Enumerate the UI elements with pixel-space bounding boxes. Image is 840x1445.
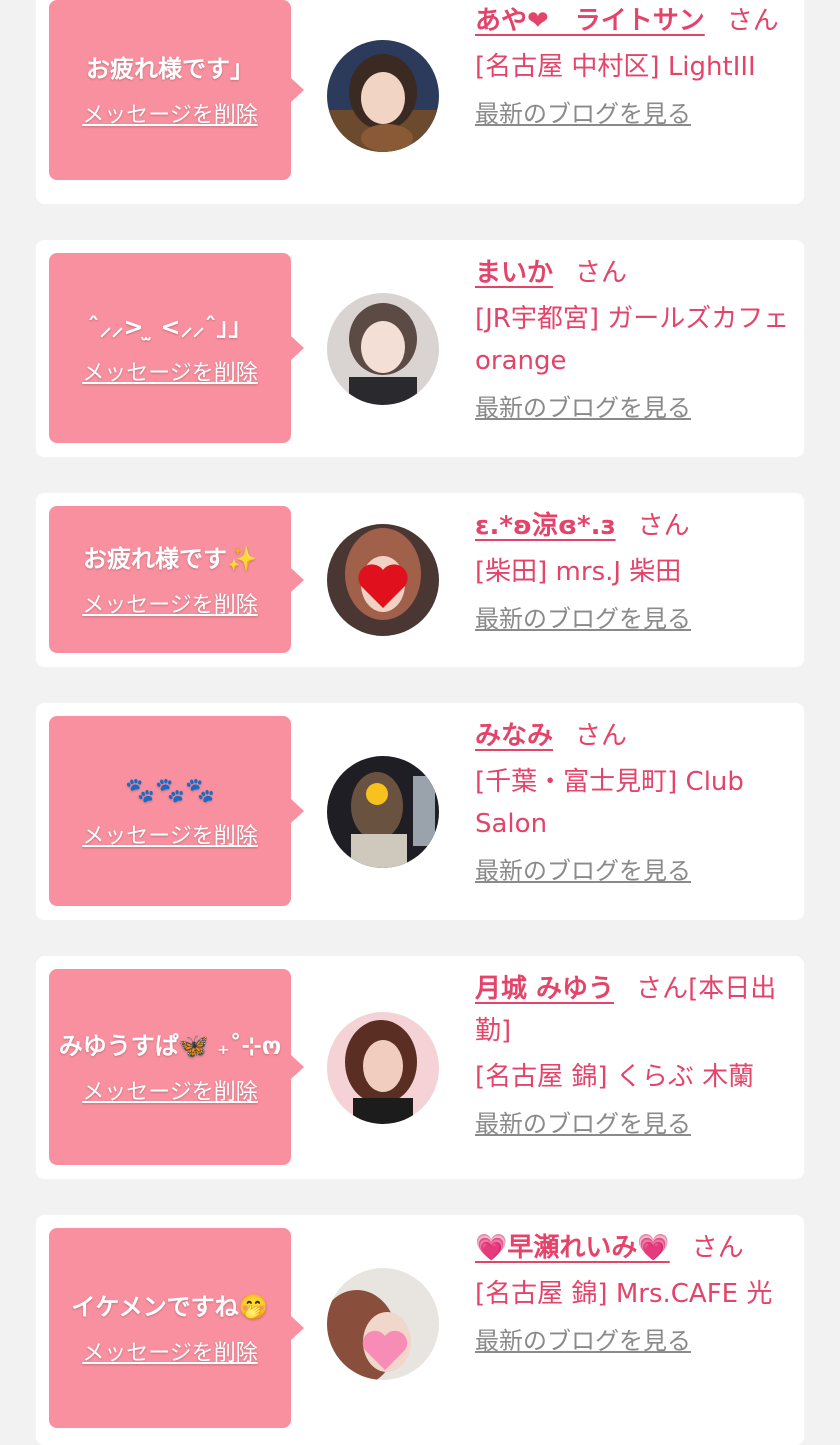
avatar[interactable]: [327, 293, 439, 405]
delete-message-link[interactable]: メッセージを削除: [82, 1335, 258, 1367]
message-text: 🐾🐾🐾: [125, 776, 215, 804]
delete-message-link[interactable]: メッセージを削除: [82, 818, 258, 850]
delete-message-link[interactable]: メッセージを削除: [82, 355, 258, 387]
message-bubble: みゆうすぱ🦋 ₊˚⊹ო メッセージを削除: [49, 969, 304, 1165]
avatar[interactable]: [327, 524, 439, 636]
message-bubble: イケメンですね🤭 メッセージを削除: [49, 1228, 304, 1428]
honorific: さん: [575, 258, 628, 288]
avatar[interactable]: [327, 40, 439, 152]
shop-info: [JR宇都宮] ガールズカフェ orange: [475, 304, 790, 376]
avatar[interactable]: [327, 1012, 439, 1124]
user-info: まいか さん [JR宇都宮] ガールズカフェ orange 最新のブログを見る: [475, 252, 793, 426]
latest-blog-link[interactable]: 最新のブログを見る: [475, 390, 691, 426]
delete-message-link[interactable]: メッセージを削除: [82, 587, 258, 619]
message-text: みゆうすぱ🦋 ₊˚⊹ო: [58, 1032, 282, 1060]
latest-blog-link[interactable]: 最新のブログを見る: [475, 1106, 691, 1142]
message-bubble: お疲れ様です✨ メッセージを削除: [49, 506, 304, 653]
user-info: 💗早瀬れいみ💗 さん [名古屋 錦] Mrs.CAFE 光 最新のブログを見る: [475, 1227, 793, 1359]
message-text: お疲れ様です✨: [83, 544, 257, 573]
shop-info: [名古屋 中村区] LightIII: [475, 52, 756, 82]
avatar[interactable]: [327, 756, 439, 868]
latest-blog-link[interactable]: 最新のブログを見る: [475, 601, 691, 637]
user-photo-avatar-icon: [327, 40, 439, 152]
user-photo-avatar-icon: [327, 293, 439, 405]
user-name-link[interactable]: あや❤ ライトサン: [475, 6, 705, 36]
honorific: さん: [691, 1233, 744, 1263]
user-info: ε.*ʚ涼ɞ*.з さん [柴田] mrs.J 柴田 最新のブログを見る: [475, 505, 793, 637]
user-photo-avatar-icon: [327, 1012, 439, 1124]
delete-message-link[interactable]: メッセージを削除: [82, 1074, 258, 1106]
shop-info: [千葉・富士見町] Club Salon: [475, 767, 744, 839]
latest-blog-link[interactable]: 最新のブログを見る: [475, 853, 691, 889]
shop-info: [柴田] mrs.J 柴田: [475, 557, 682, 587]
message-bubble: 🐾🐾🐾 メッセージを削除: [49, 716, 304, 906]
message-card: みゆうすぱ🦋 ₊˚⊹ო メッセージを削除 月城 みゆう さん[本日出勤] [名古屋…: [36, 956, 804, 1179]
honorific: さん: [575, 721, 628, 751]
avatar[interactable]: [327, 1268, 439, 1380]
user-name-link[interactable]: 月城 みゆう: [475, 974, 614, 1004]
delete-message-link[interactable]: メッセージを削除: [82, 97, 258, 129]
message-text: お疲れ様です」: [86, 55, 254, 83]
honorific: さん: [636, 974, 689, 1004]
honorific: さん: [637, 511, 690, 541]
shop-info: [名古屋 錦] くらぶ 木蘭: [475, 1062, 755, 1092]
message-card: お疲れ様です✨ メッセージを削除 ε.*ʚ涼ɞ*.з さん [柴田] mrs.J …: [36, 493, 804, 667]
heart-sticker-icon: [327, 1268, 439, 1380]
message-card: イケメンですね🤭 メッセージを削除 💗早瀬れいみ💗 さん [名古屋 錦] Mrs.…: [36, 1215, 804, 1445]
user-info: あや❤ ライトサン さん [名古屋 中村区] LightIII 最新のブログを見る: [475, 0, 793, 132]
user-name-link[interactable]: ε.*ʚ涼ɞ*.з: [475, 511, 616, 541]
message-bubble: お疲れ様です」 メッセージを削除: [49, 0, 304, 180]
message-text: イケメンですね🤭: [71, 1293, 269, 1321]
message-text: ˆ⸝⸝> ̫ <⸝⸝ˆ」」: [87, 313, 253, 341]
honorific: さん: [726, 6, 779, 36]
message-bubble: ˆ⸝⸝> ̫ <⸝⸝ˆ」」 メッセージを削除: [49, 253, 304, 443]
user-name-link[interactable]: まいか: [475, 258, 553, 288]
message-card: お疲れ様です」 メッセージを削除 あや❤ ライトサン さん [名古屋 中村区] L…: [36, 0, 804, 204]
message-card: 🐾🐾🐾 メッセージを削除 みなみ さん [千葉・富士見町] Club Salon …: [36, 703, 804, 920]
user-name-link[interactable]: 💗早瀬れいみ💗: [475, 1233, 670, 1263]
user-info: みなみ さん [千葉・富士見町] Club Salon 最新のブログを見る: [475, 715, 793, 889]
user-info: 月城 みゆう さん[本日出勤] [名古屋 錦] くらぶ 木蘭 最新のブログを見る: [475, 968, 793, 1142]
message-card: ˆ⸝⸝> ̫ <⸝⸝ˆ」」 メッセージを削除 まいか さん [JR宇都宮] ガール…: [36, 240, 804, 457]
heart-sticker-icon: [327, 524, 439, 636]
shop-info: [名古屋 錦] Mrs.CAFE 光: [475, 1279, 773, 1309]
latest-blog-link[interactable]: 最新のブログを見る: [475, 96, 691, 132]
latest-blog-link[interactable]: 最新のブログを見る: [475, 1323, 691, 1359]
emoji-sticker-icon: [327, 756, 439, 868]
user-name-link[interactable]: みなみ: [475, 721, 553, 751]
